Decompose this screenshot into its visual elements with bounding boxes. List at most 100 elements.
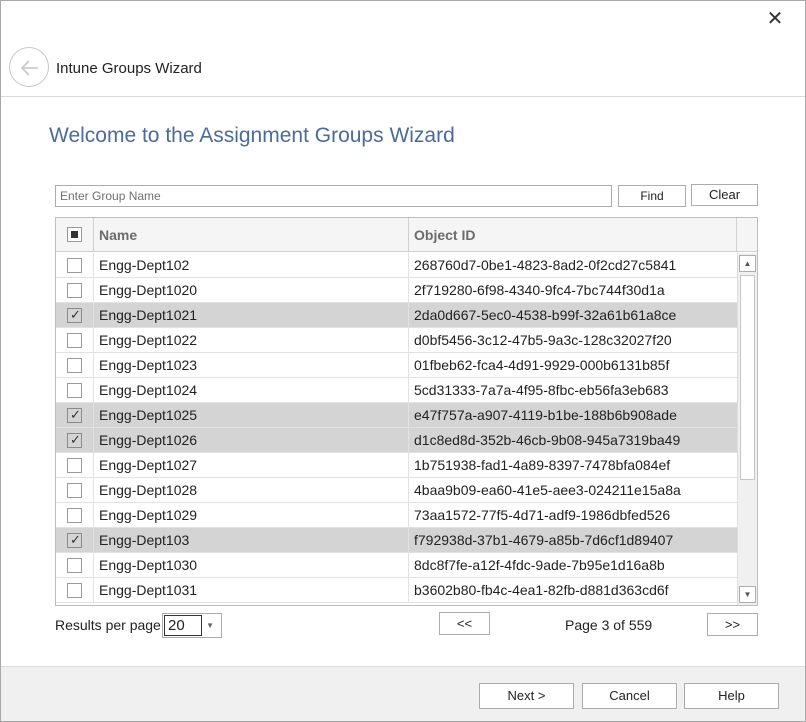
row-name: Engg-Dept1031 [94, 578, 409, 603]
row-check-cell [56, 353, 94, 378]
select-all-header [56, 218, 94, 252]
table-row[interactable]: Engg-Dept1028 4baa9b09-ea60-41e5-aee3-024… [56, 478, 737, 503]
row-object-id: 8dc8f7fe-a12f-4fdc-9ade-7b95e1d16a8b [414, 557, 665, 573]
table-row[interactable]: Engg-Dept1027 1b751938-fad1-4a89-8397-747… [56, 453, 737, 478]
row-check-cell [56, 478, 94, 503]
checkmark-icon: ✓ [70, 307, 81, 322]
table-row[interactable]: ✓ Engg-Dept1021 2da0d667-5ec0-4538-b99f-32… [56, 303, 737, 328]
row-checkbox[interactable] [67, 258, 82, 273]
row-checkbox[interactable] [67, 283, 82, 298]
row-checkbox[interactable]: ✓ [67, 433, 82, 448]
select-all-checkbox[interactable] [67, 227, 82, 242]
table-row[interactable]: Engg-Dept1029 73aa1572-77f5-4d71-adf9-198… [56, 503, 737, 528]
row-object-id: 1b751938-fad1-4a89-8397-7478bfa084ef [414, 457, 671, 473]
row-checkbox[interactable]: ✓ [67, 533, 82, 548]
row-check-cell [56, 328, 94, 353]
row-checkbox[interactable] [67, 483, 82, 498]
row-checkbox[interactable] [67, 333, 82, 348]
checkmark-icon: ✓ [70, 432, 81, 447]
table-row[interactable]: Engg-Dept102 268760d7-0be1-4823-8ad2-0f2c… [56, 253, 737, 278]
row-checkbox[interactable] [67, 508, 82, 523]
wizard-body: Welcome to the Assignment Groups Wizard … [1, 98, 805, 666]
page-info: Page 3 of 559 [565, 617, 653, 633]
row-object-id: 2da0d667-5ec0-4538-b99f-32a61b61a8ce [414, 307, 677, 323]
checkmark-icon: ✓ [70, 532, 81, 547]
row-check-cell [56, 503, 94, 528]
results-per-page-select[interactable]: 20 ▼ [162, 613, 222, 638]
row-check-cell [56, 553, 94, 578]
find-button[interactable]: Find [618, 185, 686, 207]
row-name: Engg-Dept1023 [94, 353, 409, 378]
results-per-page-value[interactable]: 20 [164, 615, 202, 636]
row-checkbox[interactable] [67, 583, 82, 598]
row-check-cell: ✓ [56, 528, 94, 553]
row-checkbox[interactable]: ✓ [67, 408, 82, 423]
row-object-id: 268760d7-0be1-4823-8ad2-0f2cd27c5841 [414, 257, 677, 273]
results-per-page-label: Results per page [55, 617, 161, 633]
wizard-header: ✕ Intune Groups Wizard [1, 1, 805, 97]
row-name: Engg-Dept1030 [94, 553, 409, 578]
row-name: Engg-Dept1029 [94, 503, 409, 528]
table-row[interactable]: ✓ Engg-Dept103 f792938d-37b1-4679-a85b-7d6… [56, 528, 737, 553]
back-arrow-icon [20, 60, 38, 76]
close-icon[interactable]: ✕ [765, 9, 785, 29]
row-check-cell [56, 578, 94, 603]
chevron-down-icon[interactable]: ▼ [206, 621, 214, 630]
row-checkbox[interactable] [67, 558, 82, 573]
row-name: Engg-Dept102 [94, 253, 409, 278]
table-row[interactable]: Engg-Dept1022 d0bf5456-3c12-47b5-9a3c-128… [56, 328, 737, 353]
cancel-button[interactable]: Cancel [582, 683, 677, 709]
row-check-cell: ✓ [56, 303, 94, 328]
grid-rows: Engg-Dept102 268760d7-0be1-4823-8ad2-0f2c… [56, 253, 737, 605]
page-title: Welcome to the Assignment Groups Wizard [49, 124, 455, 147]
row-object-id: f792938d-37b1-4679-a85b-7d6cf1d89407 [414, 532, 674, 548]
row-check-cell [56, 278, 94, 303]
window-title: Intune Groups Wizard [56, 60, 202, 77]
wizard-footer: Next > Cancel Help [1, 666, 805, 721]
row-checkbox[interactable] [67, 358, 82, 373]
table-row[interactable]: Engg-Dept1031 b3602b80-fb4c-4ea1-82fb-d88… [56, 578, 737, 603]
row-check-cell [56, 253, 94, 278]
table-row[interactable]: ✓ Engg-Dept1025 e47f757a-a907-4119-b1be-18… [56, 403, 737, 428]
row-name: Engg-Dept1025 [94, 403, 409, 428]
table-row[interactable]: Engg-Dept1030 8dc8f7fe-a12f-4fdc-9ade-7b9… [56, 553, 737, 578]
row-object-id: e47f757a-a907-4119-b1be-188b6b908ade [414, 407, 677, 423]
next-button[interactable]: Next > [479, 683, 574, 709]
table-row[interactable]: Engg-Dept1020 2f719280-6f98-4340-9fc4-7bc… [56, 278, 737, 303]
table-row[interactable]: Engg-Dept1024 5cd31333-7a7a-4f95-8fbc-eb5… [56, 378, 737, 403]
row-checkbox[interactable] [67, 458, 82, 473]
help-button[interactable]: Help [684, 683, 779, 709]
row-object-id: d1c8ed8d-352b-46cb-9b08-945a7319ba49 [414, 432, 681, 448]
row-check-cell: ✓ [56, 428, 94, 453]
column-header-name[interactable]: Name [94, 218, 409, 252]
scroll-down-icon[interactable]: ▼ [739, 586, 756, 603]
row-checkbox[interactable]: ✓ [67, 308, 82, 323]
row-name: Engg-Dept1027 [94, 453, 409, 478]
row-name: Engg-Dept1022 [94, 328, 409, 353]
row-name: Engg-Dept1020 [94, 278, 409, 303]
group-name-search-input[interactable] [55, 185, 612, 207]
back-button[interactable] [9, 47, 49, 87]
groups-grid: Name Object ID Engg-Dept102 268760d7-0be1… [55, 217, 758, 606]
row-object-id: 01fbeb62-fca4-4d91-9929-000b6131b85f [414, 357, 670, 373]
row-name: Engg-Dept1021 [94, 303, 409, 328]
row-checkbox[interactable] [67, 383, 82, 398]
column-header-object-id[interactable]: Object ID [409, 218, 737, 252]
clear-button[interactable]: Clear [691, 184, 758, 206]
table-row[interactable]: Engg-Dept1023 01fbeb62-fca4-4d91-9929-000… [56, 353, 737, 378]
row-object-id: 4baa9b09-ea60-41e5-aee3-024211e15a8a [414, 482, 681, 498]
previous-page-button[interactable]: << [439, 612, 490, 635]
row-check-cell [56, 453, 94, 478]
row-object-id: d0bf5456-3c12-47b5-9a3c-128c32027f20 [414, 332, 672, 348]
wizard-window: ✕ Intune Groups Wizard Welcome to the As… [0, 0, 806, 722]
table-row[interactable]: ✓ Engg-Dept1026 d1c8ed8d-352b-46cb-9b08-94… [56, 428, 737, 453]
checkmark-icon: ✓ [70, 407, 81, 422]
row-check-cell [56, 378, 94, 403]
next-page-button[interactable]: >> [707, 613, 758, 636]
vertical-scrollbar[interactable]: ▲ ▼ [737, 253, 757, 605]
scroll-thumb[interactable] [740, 275, 755, 480]
scroll-up-icon[interactable]: ▲ [739, 255, 756, 272]
row-name: Engg-Dept1026 [94, 428, 409, 453]
row-object-id: 2f719280-6f98-4340-9fc4-7bc744f30d1a [414, 282, 665, 298]
row-name: Engg-Dept103 [94, 528, 409, 553]
